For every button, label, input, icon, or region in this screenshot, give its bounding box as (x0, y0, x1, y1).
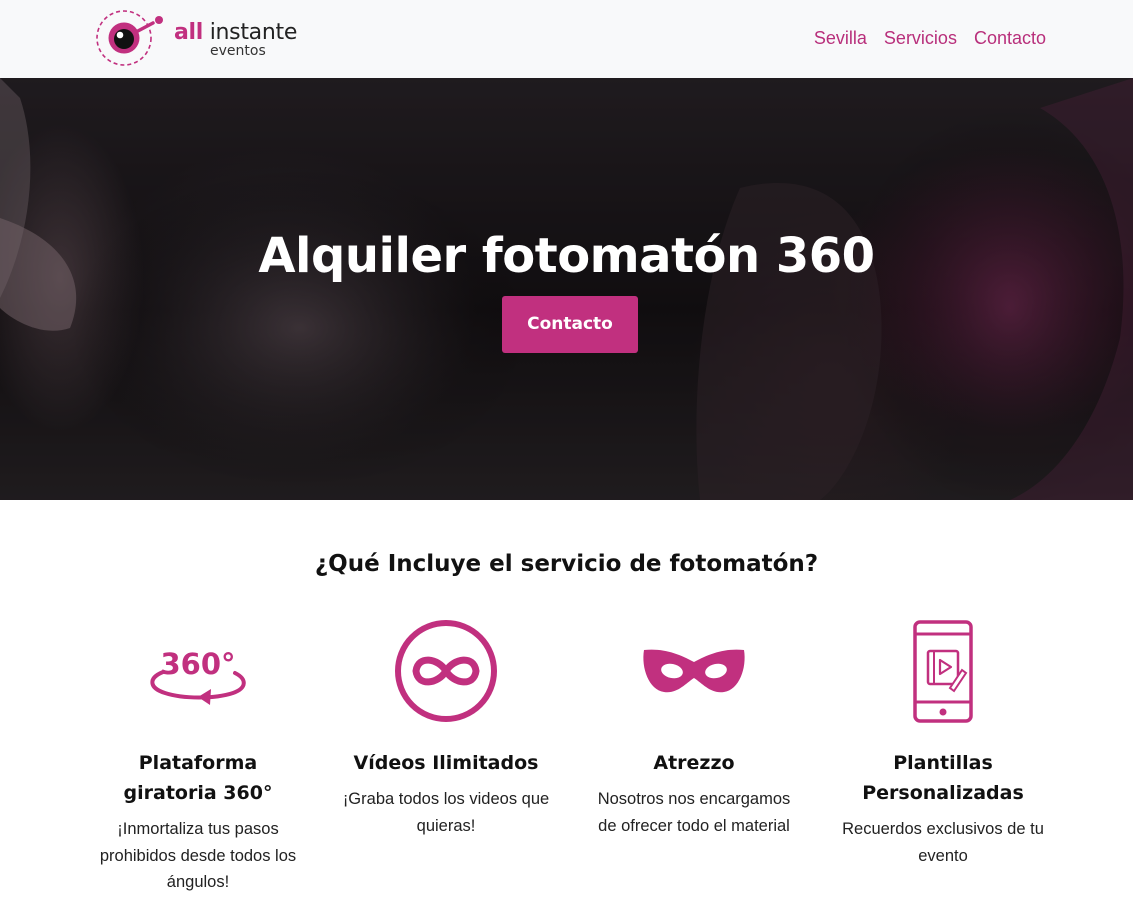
hero-title: Alquiler fotomatón 360 (258, 228, 875, 284)
feature-props: Atrezzo Nosotros nos encargamos de ofrec… (589, 618, 799, 839)
feature-description: ¡Inmortaliza tus pasos prohibidos desde … (99, 820, 297, 891)
site-header: all instante eventos Sevilla Servicios C… (0, 0, 1133, 78)
feature-description: Recuerdos exclusivos de tu evento (842, 820, 1044, 865)
brand-name: all instante (174, 22, 297, 44)
svg-text:360°: 360° (160, 647, 235, 681)
camera-eye-logo-icon (96, 10, 163, 66)
brand-logo[interactable]: all instante eventos (95, 8, 325, 68)
infinity-icon (395, 620, 497, 722)
feature-title: Plataforma giratoria 360° (123, 752, 273, 804)
feature-unlimited-videos: Vídeos Ilimitados ¡Graba todos los video… (341, 618, 551, 839)
feature-title: Atrezzo (653, 752, 735, 774)
feature-description: ¡Graba todos los videos que quieras! (342, 790, 550, 835)
main-nav: Sevilla Servicios Contacto (805, 27, 1046, 49)
feature-description: Nosotros nos encargamos de ofrecer todo … (597, 790, 791, 835)
services-title: ¿Qué Incluye el servicio de fotomatón? (314, 551, 819, 577)
brand-tagline: eventos (210, 43, 266, 59)
rotation-360-icon: 360° (150, 647, 246, 705)
feature-title: Vídeos Ilimitados (353, 752, 539, 774)
brand-name-accent: all (174, 20, 204, 45)
feature-title: Plantillas Personalizadas (862, 752, 1024, 804)
hero-contact-button[interactable]: Contacto (502, 296, 638, 353)
nav-link-servicios[interactable]: Servicios (875, 27, 965, 49)
hero-banner: Alquiler fotomatón 360 Contacto (0, 78, 1133, 500)
brand-wordmark: all instante eventos (174, 22, 297, 60)
brand-name-rest: instante (203, 20, 298, 45)
feature-custom-templates: Plantillas Personalizadas Recuerdos excl… (838, 618, 1048, 869)
feature-rotating-platform: 360° Plataforma giratoria 360° ¡Inmortal… (93, 618, 303, 896)
hero-background-image (0, 78, 1133, 500)
smartphone-video-icon (913, 620, 973, 723)
nav-link-sevilla[interactable]: Sevilla (805, 27, 875, 49)
mask-icon (643, 649, 745, 693)
nav-link-contacto[interactable]: Contacto (965, 27, 1046, 49)
